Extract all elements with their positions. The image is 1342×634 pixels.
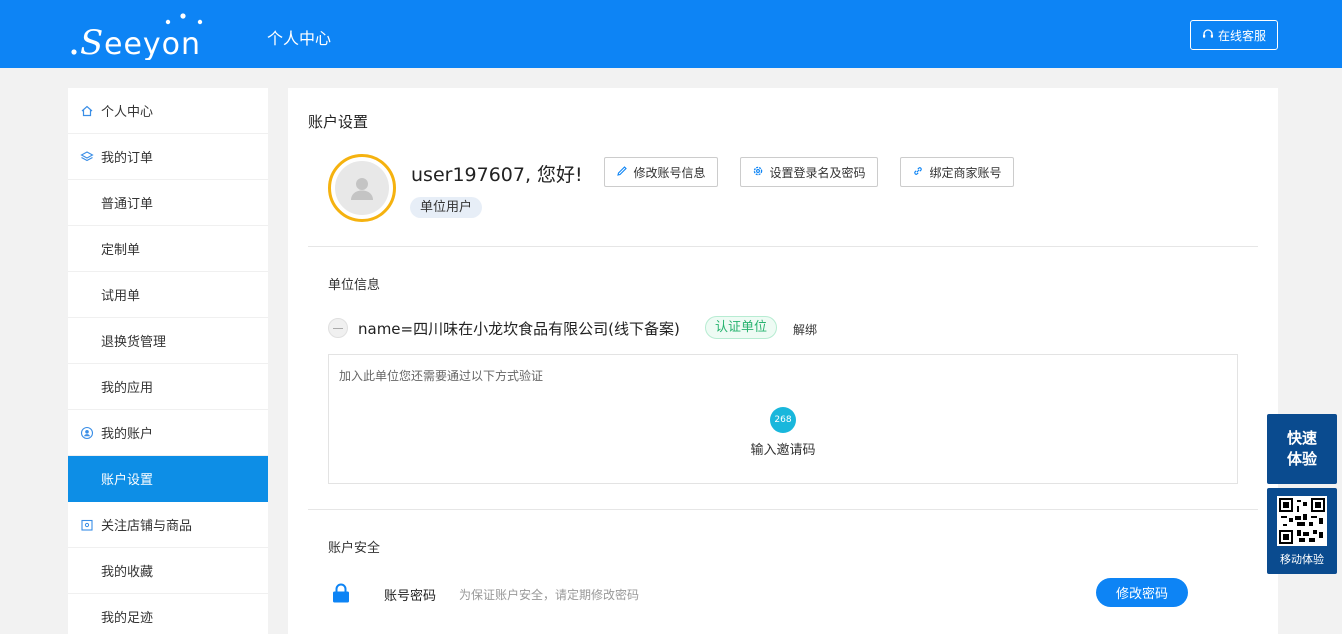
sidebar-item-label: 我的订单 [101, 151, 154, 166]
quick-experience-line2: 体验 [1286, 450, 1317, 468]
sidebar-item-label: 我的收藏 [101, 565, 154, 580]
svg-text:eeyon: eeyon [104, 27, 201, 60]
password-label: 账号密码 [384, 589, 437, 604]
headset-icon [1202, 28, 1214, 43]
sidebar-item-followed-stores[interactable]: 关注店铺与商品 [68, 502, 268, 548]
sidebar-item-my-apps[interactable]: 我的应用 [68, 364, 268, 410]
sidebar: 个人中心 我的订单 普通订单 定制单 试用单 退换货管理 我的应用 我的账户 账… [68, 88, 268, 634]
pencil-icon [616, 165, 628, 180]
sidebar-item-label: 我的应用 [101, 381, 154, 396]
sidebar-item-label: 关注店铺与商品 [101, 519, 193, 534]
set-login-password-button[interactable]: 设置登录名及密码 [740, 157, 878, 187]
sidebar-item-returns[interactable]: 退换货管理 [68, 318, 268, 364]
mobile-experience-widget[interactable]: 移动体验 [1267, 488, 1337, 574]
lock-icon [332, 583, 350, 603]
sidebar-item-personal-center[interactable]: 个人中心 [68, 88, 268, 134]
online-service-label: 在线客服 [1217, 28, 1266, 43]
section-divider [308, 246, 1258, 247]
account-security-title: 账户安全 [328, 541, 381, 556]
certified-unit-badge: 认证单位 [705, 316, 778, 339]
qr-code-icon [1277, 496, 1327, 546]
set-login-password-label: 设置登录名及密码 [769, 165, 866, 180]
sidebar-item-label: 我的账户 [101, 427, 154, 442]
online-service-button[interactable]: 在线客服 [1190, 20, 1278, 50]
sidebar-item-account-settings[interactable]: 账户设置 [68, 456, 268, 502]
verification-box: 加入此单位您还需要通过以下方式验证 268 输入邀请码 [328, 354, 1238, 484]
svg-text:S: S [80, 23, 103, 60]
quick-experience-line1: 快速 [1286, 429, 1317, 447]
sidebar-item-label: 个人中心 [101, 105, 154, 120]
unit-info-title: 单位信息 [328, 278, 381, 293]
quick-experience-button[interactable]: 快速 体验 [1267, 414, 1337, 484]
account-settings-panel: 账户设置 user197607, 您好! 单位用户 修改账号信息 设置登录名及密… [288, 88, 1278, 634]
sidebar-item-custom-orders[interactable]: 定制单 [68, 226, 268, 272]
unit-logo [328, 318, 348, 338]
mobile-experience-label: 移动体验 [1280, 553, 1324, 566]
invite-code-icon-text: 268 [774, 415, 792, 425]
sidebar-item-normal-orders[interactable]: 普通订单 [68, 180, 268, 226]
sidebar-item-my-orders[interactable]: 我的订单 [68, 134, 268, 180]
seeyon-logo[interactable]: S eeyon [68, 10, 218, 63]
sidebar-item-favorites[interactable]: 我的收藏 [68, 548, 268, 594]
sidebar-item-label: 退换货管理 [101, 335, 167, 350]
sidebar-item-label: 我的足迹 [101, 611, 154, 626]
header-title: 个人中心 [267, 29, 332, 48]
enter-invite-code-link[interactable]: 输入邀请码 [329, 439, 1237, 458]
edit-account-info-label: 修改账号信息 [633, 165, 706, 180]
sidebar-item-footprints[interactable]: 我的足迹 [68, 594, 268, 634]
edit-account-info-button[interactable]: 修改账号信息 [604, 157, 718, 187]
user-circle-icon [80, 426, 94, 440]
default-user-icon [335, 161, 389, 215]
top-header: S eeyon 个人中心 在线客服 [0, 0, 1342, 68]
password-hint: 为保证账户安全，请定期修改密码 [459, 588, 640, 602]
page-title: 账户设置 [308, 113, 369, 131]
avatar[interactable] [328, 154, 396, 222]
role-badge: 单位用户 [410, 197, 483, 218]
section-divider [308, 509, 1258, 510]
bind-merchant-label: 绑定商家账号 [929, 165, 1002, 180]
user-greeting: user197607, 您好! [411, 164, 583, 186]
home-icon [80, 104, 94, 118]
unbind-link[interactable]: 解绑 [793, 321, 817, 338]
change-password-button[interactable]: 修改密码 [1096, 578, 1188, 607]
sidebar-item-my-account[interactable]: 我的账户 [68, 410, 268, 456]
layers-icon [80, 150, 94, 164]
unit-name: name=四川味在小龙坎食品有限公司(线下备案) [358, 320, 680, 338]
sidebar-item-label: 普通订单 [101, 197, 154, 212]
invite-code-icon[interactable]: 268 [770, 407, 796, 433]
link-icon [912, 165, 924, 180]
sidebar-item-label: 定制单 [101, 243, 141, 258]
bind-merchant-button[interactable]: 绑定商家账号 [900, 157, 1014, 187]
sidebar-item-label: 账户设置 [101, 473, 154, 488]
verification-hint: 加入此单位您还需要通过以下方式验证 [339, 369, 544, 383]
gear-icon [752, 165, 764, 180]
sidebar-item-label: 试用单 [101, 289, 141, 304]
store-icon [80, 518, 94, 532]
sidebar-item-trial-orders[interactable]: 试用单 [68, 272, 268, 318]
